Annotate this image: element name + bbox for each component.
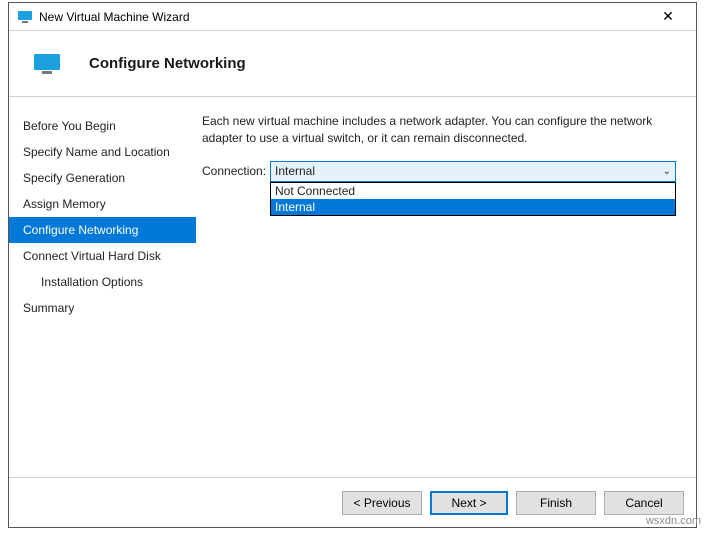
wizard-steps: Before You Begin Specify Name and Locati… [9,97,196,477]
step-specify-name-location[interactable]: Specify Name and Location [9,139,196,165]
page-title: Configure Networking [89,55,246,72]
cancel-button[interactable]: Cancel [604,491,684,515]
wizard-body: Before You Begin Specify Name and Locati… [9,97,696,477]
option-not-connected[interactable]: Not Connected [271,183,675,199]
connection-label: Connection: [202,161,270,178]
connection-row: Connection: Internal ⌄ Not Connected Int… [202,161,676,182]
option-internal[interactable]: Internal [271,199,675,215]
step-installation-options[interactable]: Installation Options [9,269,196,295]
connection-selected-value: Internal [275,164,663,178]
connection-dropdown-list: Not Connected Internal [270,182,676,216]
wizard-footer: < Previous Next > Finish Cancel [9,477,696,527]
titlebar: New Virtual Machine Wizard ✕ [9,3,696,31]
connection-dropdown[interactable]: Internal ⌄ [270,161,676,182]
wizard-icon [33,53,61,75]
step-configure-networking[interactable]: Configure Networking [9,217,196,243]
step-connect-virtual-hard-disk[interactable]: Connect Virtual Hard Disk [9,243,196,269]
chevron-down-icon: ⌄ [663,166,671,177]
step-assign-memory[interactable]: Assign Memory [9,191,196,217]
step-before-you-begin[interactable]: Before You Begin [9,113,196,139]
wizard-header: Configure Networking [9,31,696,97]
window-title: New Virtual Machine Wizard [39,10,648,24]
wizard-content: Each new virtual machine includes a netw… [196,97,696,477]
close-button[interactable]: ✕ [648,8,688,25]
finish-button[interactable]: Finish [516,491,596,515]
watermark-text: wsxdn.com [646,515,701,527]
step-specify-generation[interactable]: Specify Generation [9,165,196,191]
connection-combo-wrap: Internal ⌄ Not Connected Internal [270,161,676,182]
wizard-window: New Virtual Machine Wizard ✕ Configure N… [8,2,697,528]
description-text: Each new virtual machine includes a netw… [202,113,676,147]
step-summary[interactable]: Summary [9,295,196,321]
next-button[interactable]: Next > [430,491,508,515]
app-icon [17,9,33,25]
previous-button[interactable]: < Previous [342,491,422,515]
